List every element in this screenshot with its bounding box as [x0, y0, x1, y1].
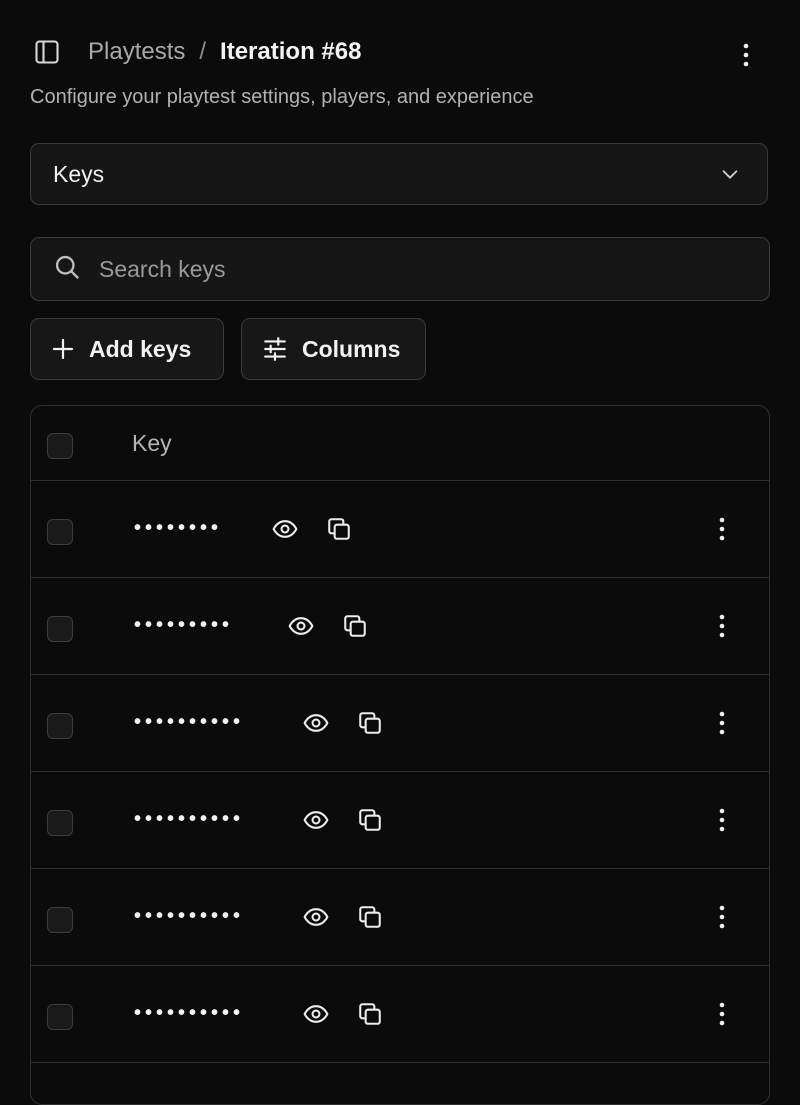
row-checkbox[interactable]: [47, 519, 73, 545]
copy-icon[interactable]: [355, 708, 385, 738]
section-select[interactable]: Keys: [30, 143, 768, 205]
eye-icon[interactable]: [286, 611, 316, 641]
page-title: Iteration #68: [220, 38, 362, 65]
section-select-value: Keys: [53, 160, 105, 187]
table-row: ••••••••: [31, 481, 769, 578]
columns-button[interactable]: Columns: [241, 318, 426, 380]
row-checkbox[interactable]: [47, 713, 73, 739]
copy-icon[interactable]: [355, 999, 385, 1029]
masked-key: ••••••••••: [134, 905, 245, 927]
search-field[interactable]: [30, 237, 770, 301]
row-menu-icon[interactable]: [710, 514, 734, 544]
add-keys-label: Add keys: [89, 335, 192, 362]
eye-icon[interactable]: [270, 514, 300, 544]
row-menu-icon[interactable]: [710, 708, 734, 738]
search-icon: [53, 253, 81, 286]
breadcrumb-separator: /: [199, 38, 207, 65]
copy-icon[interactable]: [355, 805, 385, 835]
column-header-key[interactable]: Key: [132, 430, 172, 457]
eye-icon[interactable]: [301, 902, 331, 932]
table-body: •••••••• ••••••••• •••••••••• ••••••••••…: [31, 481, 769, 1063]
more-vertical-icon[interactable]: [734, 40, 758, 70]
sliders-icon: [262, 336, 288, 362]
table-header: Key: [31, 406, 769, 481]
masked-key: ••••••••••: [134, 1002, 245, 1024]
masked-key: ••••••••••: [134, 711, 245, 733]
table-row: ••••••••••: [31, 675, 769, 772]
copy-icon[interactable]: [340, 611, 370, 641]
eye-icon[interactable]: [301, 999, 331, 1029]
masked-key: ••••••••: [134, 517, 223, 539]
table-row: ••••••••••: [31, 869, 769, 966]
eye-icon[interactable]: [301, 708, 331, 738]
plus-icon: [51, 337, 75, 361]
breadcrumb-playtests[interactable]: Playtests: [88, 38, 185, 66]
copy-icon[interactable]: [324, 514, 354, 544]
row-menu-icon[interactable]: [710, 805, 734, 835]
table-row: ••••••••••: [31, 772, 769, 869]
table-row: •••••••••: [31, 578, 769, 675]
columns-label: Columns: [302, 335, 401, 362]
add-keys-button[interactable]: Add keys: [30, 318, 224, 380]
eye-icon[interactable]: [301, 805, 331, 835]
row-checkbox[interactable]: [47, 810, 73, 836]
masked-key: ••••••••••: [134, 808, 245, 830]
row-checkbox[interactable]: [47, 616, 73, 642]
row-checkbox[interactable]: [47, 1004, 73, 1030]
masked-key: •••••••••: [134, 614, 234, 636]
page-subtitle: Configure your playtest settings, player…: [30, 86, 534, 108]
row-checkbox[interactable]: [47, 907, 73, 933]
row-menu-icon[interactable]: [710, 999, 734, 1029]
row-menu-icon[interactable]: [710, 611, 734, 641]
page-header: Playtests / Iteration #68: [30, 30, 770, 74]
table-row: ••••••••••: [31, 966, 769, 1063]
copy-icon[interactable]: [355, 902, 385, 932]
select-all-checkbox[interactable]: [47, 433, 73, 459]
keys-table: Key •••••••• ••••••••• •••••••••• ••••••…: [30, 405, 770, 1105]
sidebar-toggle-icon[interactable]: [30, 35, 64, 69]
row-menu-icon[interactable]: [710, 902, 734, 932]
chevron-down-icon: [719, 163, 741, 190]
search-input[interactable]: [97, 254, 701, 284]
